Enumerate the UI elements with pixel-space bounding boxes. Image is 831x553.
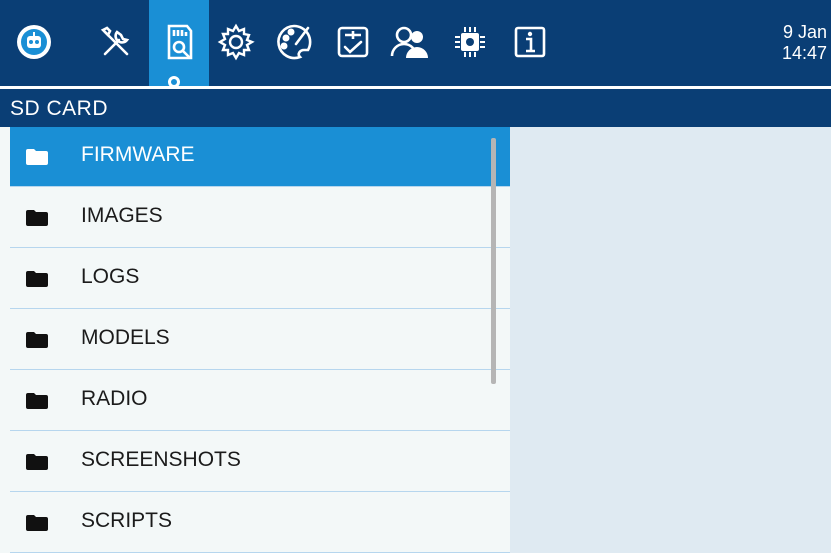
folder-icon xyxy=(26,515,48,531)
folder-label: SCRIPTS xyxy=(81,509,173,532)
page-title: SD CARD xyxy=(10,97,109,120)
folder-icon xyxy=(26,210,48,226)
radio-home-icon[interactable] xyxy=(12,20,56,64)
info-icon[interactable] xyxy=(508,20,552,64)
folder-icon xyxy=(26,454,48,470)
hardware-chip-icon[interactable] xyxy=(448,20,492,64)
tools-icon[interactable] xyxy=(95,20,139,64)
top-toolbar: 9 Jan 14:47 xyxy=(0,0,831,88)
folder-label: FIRMWARE xyxy=(81,143,195,166)
checklist-icon[interactable] xyxy=(331,20,375,64)
users-icon[interactable] xyxy=(388,20,432,64)
folder-row-radio[interactable]: RADIO xyxy=(10,371,510,431)
datetime: 9 Jan 14:47 xyxy=(782,22,827,64)
folder-row-scripts[interactable]: SCRIPTS xyxy=(10,493,510,553)
list-scrollbar[interactable] xyxy=(491,138,496,384)
sdcard-icon[interactable] xyxy=(157,20,201,64)
folder-label: MODELS xyxy=(81,326,170,349)
date-label: 9 Jan xyxy=(782,22,827,42)
folder-row-models[interactable]: MODELS xyxy=(10,310,510,370)
folder-label: IMAGES xyxy=(81,204,163,227)
preview-pane xyxy=(510,127,831,553)
folder-row-images[interactable]: IMAGES xyxy=(10,188,510,248)
folder-icon xyxy=(26,271,48,287)
folder-row-screenshots[interactable]: SCREENSHOTS xyxy=(10,432,510,492)
time-label: 14:47 xyxy=(781,43,827,63)
page-title-bar: SD CARD xyxy=(0,89,831,127)
folder-icon xyxy=(26,332,48,348)
folder-label: LOGS xyxy=(81,265,140,288)
folder-label: RADIO xyxy=(81,387,148,410)
folder-icon xyxy=(26,393,48,409)
folder-row-logs[interactable]: LOGS xyxy=(10,249,510,309)
selected-tab-dot xyxy=(168,76,180,88)
theme-palette-icon[interactable] xyxy=(272,20,316,64)
folder-row-firmware[interactable]: FIRMWARE xyxy=(10,127,510,187)
settings-gear-icon[interactable] xyxy=(214,20,258,64)
folder-icon xyxy=(26,149,48,165)
folder-label: SCREENSHOTS xyxy=(81,448,241,471)
